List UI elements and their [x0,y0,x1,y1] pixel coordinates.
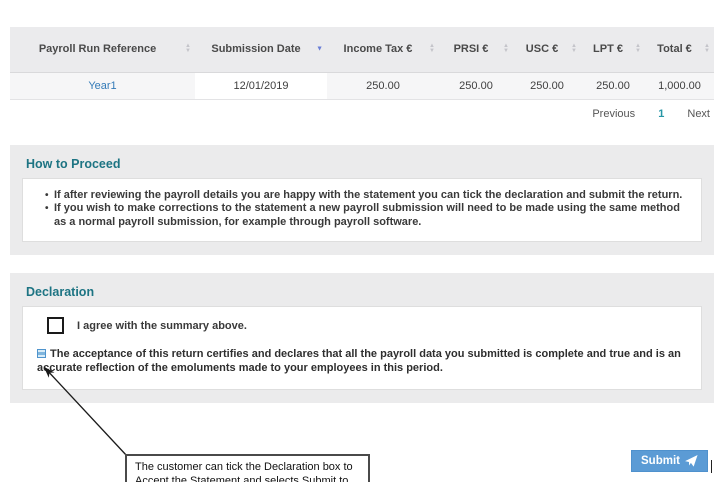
col-header-payroll-run-reference[interactable]: Payroll Run Reference ▲▼ [10,27,195,72]
pagination-previous[interactable]: Previous [592,108,635,120]
sort-icon[interactable]: ▲▼ [635,44,641,54]
text-cursor-artifact [711,460,712,473]
payroll-summary-table: Payroll Run Reference ▲▼ Submission Date… [10,27,714,100]
col-header-total[interactable]: Total € ▲▼ [645,27,714,72]
how-to-proceed-section: How to Proceed If after reviewing the pa… [10,145,714,256]
col-label: Submission Date [211,43,300,55]
table-row: Year1 12/01/2019 250.00 250.00 250.00 25… [10,72,714,99]
sort-icon[interactable]: ▲▼ [704,44,710,54]
sort-desc-icon[interactable]: ▼ [316,47,323,52]
how-to-proceed-box: If after reviewing the payroll details y… [22,178,702,243]
submit-button[interactable]: Submit [631,450,708,472]
sort-icon[interactable]: ▲▼ [429,44,435,54]
declaration-checkbox-label: I agree with the summary above. [77,320,247,332]
submit-label: Submit [641,455,680,467]
cell-total: 1,000.00 [645,72,714,99]
col-header-submission-date[interactable]: Submission Date ▼ [195,27,327,72]
cell-submission-date: 12/01/2019 [195,72,327,99]
col-label: PRSI € [454,43,489,55]
payroll-run-link[interactable]: Year1 [88,80,116,92]
send-icon [685,455,698,467]
col-label: USC € [526,43,558,55]
cell-lpt: 250.00 [581,72,645,99]
col-header-lpt[interactable]: LPT € ▲▼ [581,27,645,72]
col-header-prsi[interactable]: PRSI € ▲▼ [439,27,513,72]
sort-icon[interactable]: ▲▼ [185,44,191,54]
cell-prsi: 250.00 [439,72,513,99]
table-header-row: Payroll Run Reference ▲▼ Submission Date… [10,27,714,72]
sort-icon[interactable]: ▲▼ [503,44,509,54]
declaration-title: Declaration [22,282,702,299]
how-to-proceed-bullet: If after reviewing the payroll details y… [45,189,685,203]
sort-icon[interactable]: ▲▼ [571,44,577,54]
cell-usc: 250.00 [513,72,581,99]
cell-income-tax: 250.00 [327,72,439,99]
callout-arrow [30,357,140,462]
callout-note: The customer can tick the Declaration bo… [125,454,370,482]
col-label: Payroll Run Reference [39,43,156,55]
pagination: Previous 1 Next [0,108,710,120]
col-label: LPT € [593,43,623,55]
pagination-page-1[interactable]: 1 [658,108,664,120]
how-to-proceed-title: How to Proceed [22,154,702,171]
how-to-proceed-bullet: If you wish to make corrections to the s… [45,202,685,229]
col-label: Income Tax € [344,43,413,55]
declaration-checkbox[interactable] [47,317,64,334]
col-label: Total € [657,43,692,55]
col-header-income-tax[interactable]: Income Tax € ▲▼ [327,27,439,72]
pagination-next[interactable]: Next [687,108,710,120]
col-header-usc[interactable]: USC € ▲▼ [513,27,581,72]
cell-payroll-run-reference: Year1 [10,72,195,99]
